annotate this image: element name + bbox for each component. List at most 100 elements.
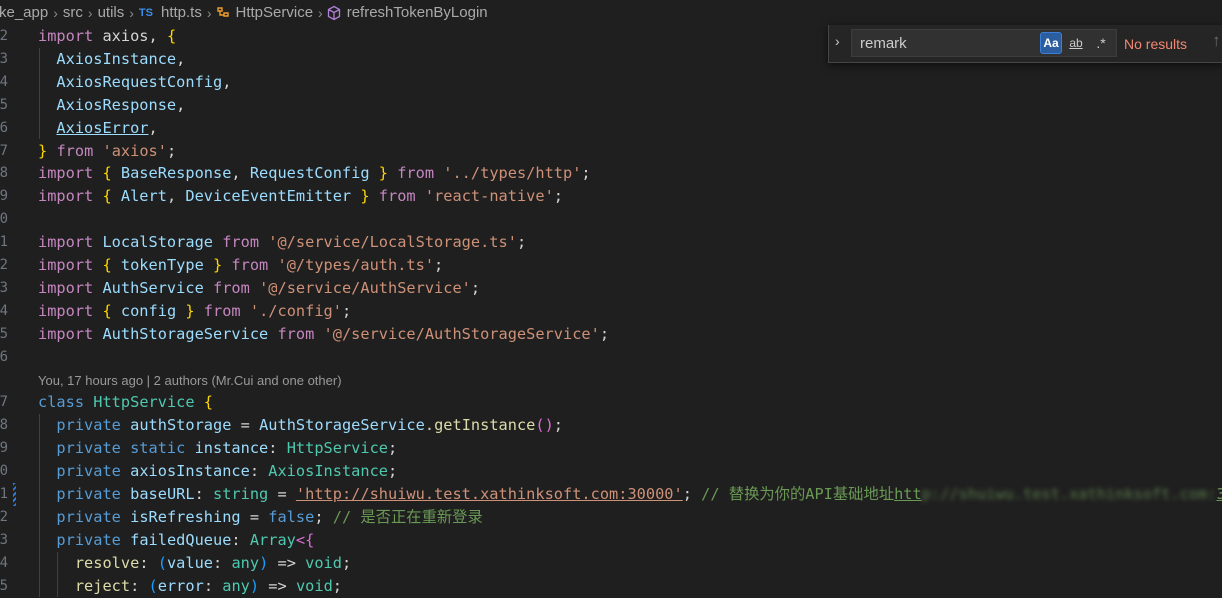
breadcrumb-folder-utils[interactable]: utils — [96, 4, 127, 21]
code-token: : — [203, 576, 223, 595]
code-token: baseURL — [130, 485, 195, 503]
breadcrumb-class[interactable]: HttpService — [234, 4, 316, 21]
indent-guide — [39, 93, 40, 117]
code-token: from — [203, 301, 250, 320]
indent-guide — [39, 437, 40, 461]
code-line[interactable]: private static instance: HttpService; — [38, 437, 397, 461]
code-line[interactable]: import axios, { — [38, 25, 176, 48]
code-token: from — [397, 164, 444, 183]
code-token: getInstance — [434, 416, 536, 435]
line-number: 6 — [0, 119, 8, 136]
git-modified-marker[interactable] — [13, 483, 16, 506]
code-line[interactable]: private baseURL: string = 'http://shuiwu… — [38, 483, 1222, 506]
code-line[interactable]: AxiosInstance, — [38, 47, 185, 71]
code-token: ( — [148, 576, 158, 595]
code-token: ; — [332, 576, 342, 595]
code-line[interactable]: import AuthStorageService from '@/servic… — [38, 323, 609, 346]
code-token: AxiosError — [56, 118, 149, 137]
indent-guide — [39, 460, 40, 483]
code-token: { — [102, 301, 121, 320]
code-editor[interactable]: 2 3 4 5 6 7 8 9 0 1 2 3 4 5 6 7 8 9 0 1 2 3 4 5 import axios, {… — [0, 25, 1222, 598]
code-token: import — [38, 301, 103, 320]
breadcrumb-folder-project[interactable]: ke_app — [0, 4, 50, 21]
code-token: ; — [516, 233, 527, 252]
typescript-file-icon: TS — [138, 6, 153, 19]
use-regex-button[interactable]: .* — [1090, 32, 1112, 54]
code-token: : — [130, 576, 149, 595]
code-line[interactable]: AxiosError, — [38, 116, 158, 140]
code-token: : — [194, 485, 213, 503]
code-line[interactable]: import AuthService from '@/service/AuthS… — [38, 277, 480, 300]
code-token: => — [259, 576, 296, 595]
code-token: AuthStorageService — [259, 416, 425, 435]
code-token: => — [268, 553, 306, 572]
match-whole-word-button[interactable]: ab — [1065, 32, 1087, 54]
code-token: AuthService — [102, 278, 204, 297]
code-token: authStorage — [130, 416, 232, 435]
code-token: : — [139, 553, 158, 572]
breadcrumb-method[interactable]: refreshTokenByLogin — [345, 4, 490, 21]
match-case-button[interactable]: Aa — [1040, 32, 1062, 54]
code-line[interactable]: private authStorage = AuthStorageService… — [38, 414, 563, 438]
code-token: } — [38, 141, 48, 160]
code-line[interactable]: AxiosResponse, — [38, 93, 185, 117]
code-token: private — [56, 485, 131, 503]
code-token: '@/service/AuthStorageService' — [323, 324, 600, 343]
line-number: 5 — [0, 96, 8, 113]
code-token: '@/service/LocalStorage.ts' — [268, 233, 517, 252]
code-token: ; — [470, 278, 481, 297]
code-token: AxiosInstance — [268, 462, 388, 481]
code-token: AxiosInstance — [56, 49, 177, 68]
code-line[interactable]: private axiosInstance: AxiosInstance; — [38, 460, 397, 483]
indent-guide — [39, 551, 40, 575]
code-line[interactable]: } from 'axios'; — [38, 140, 176, 163]
code-token: 'http://shuiwu.test.xathinksoft.com:3000… — [295, 485, 683, 503]
code-line[interactable]: import { config } from './config'; — [38, 300, 351, 323]
code-line[interactable]: reject: (error: any) => void; — [38, 574, 342, 598]
code-line[interactable]: class HttpService { — [38, 391, 213, 414]
code-token: = — [240, 507, 269, 526]
code-token: private — [56, 416, 131, 435]
code-token: '@/types/auth.ts' — [277, 256, 435, 274]
line-number: 0 — [0, 463, 8, 480]
code-token: failedQueue — [130, 530, 232, 549]
codelens-authors[interactable]: You, 17 hours ago | 2 authors (Mr.Cui an… — [38, 370, 342, 393]
code-token: htt — [894, 485, 922, 503]
code-token: instance — [194, 439, 269, 458]
code-line[interactable]: import { tokenType } from '@/types/auth.… — [38, 254, 443, 277]
code-token: ; — [314, 507, 333, 526]
code-line[interactable]: private failedQueue: Array<{ — [38, 528, 315, 552]
code-token: } — [176, 301, 195, 320]
code-token: { — [166, 27, 177, 45]
chevron-right-icon: › — [318, 4, 323, 21]
code-line[interactable]: AxiosRequestConfig, — [38, 70, 231, 94]
code-line[interactable]: import LocalStorage from '@/service/Loca… — [38, 231, 526, 254]
code-line[interactable]: import { Alert, DeviceEventEmitter } fro… — [38, 185, 563, 208]
chevron-right-icon: › — [129, 4, 134, 21]
code-line[interactable]: import { BaseResponse, RequestConfig } f… — [38, 162, 591, 185]
breadcrumb-folder-src[interactable]: src — [61, 4, 85, 21]
line-number: 0 — [0, 211, 8, 228]
code-token: import — [38, 164, 103, 183]
code-line[interactable]: private isRefreshing = false; // 是否正在重新登… — [38, 505, 483, 529]
breadcrumb-file[interactable]: http.ts — [159, 4, 204, 21]
indent-guide — [39, 528, 40, 552]
code-token: <{ — [295, 530, 315, 549]
code-token: config — [120, 301, 177, 320]
code-line[interactable]: resolve: (value: any) => void; — [38, 551, 352, 575]
line-number: 4 — [0, 302, 8, 319]
code-token: : — [268, 439, 287, 458]
code-token: import — [38, 187, 103, 206]
code-token: value — [166, 553, 214, 572]
code-token: AxiosResponse — [56, 95, 177, 114]
code-token: from — [56, 141, 103, 160]
find-input[interactable]: remark Aa ab .* — [851, 29, 1117, 57]
toggle-replace-chevron-icon[interactable]: › — [835, 33, 840, 49]
code-token: 'react-native' — [424, 187, 554, 206]
previous-match-arrow-up-icon[interactable]: ↑ — [1212, 31, 1221, 51]
code-token: ; — [341, 553, 352, 572]
